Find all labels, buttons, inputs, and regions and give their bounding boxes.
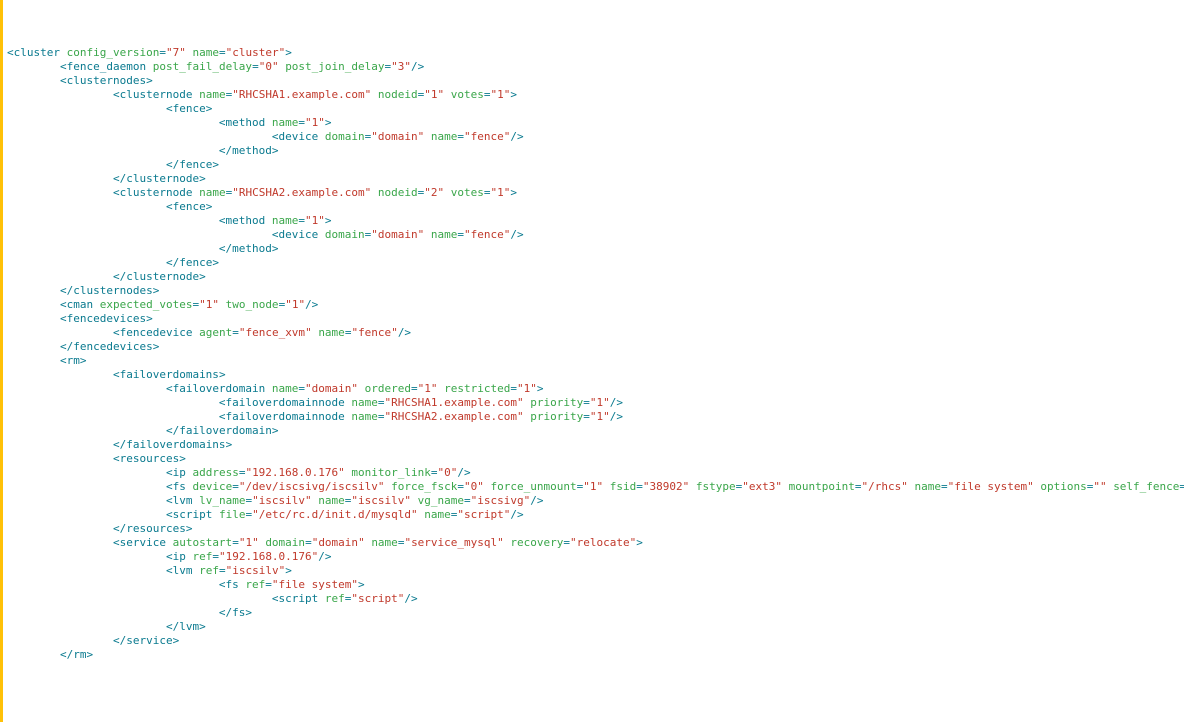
attr-value: /rhcs xyxy=(868,480,901,493)
attr-value: fence xyxy=(471,130,504,143)
attr-value: RHCSHA2.example.com xyxy=(239,186,365,199)
attr-value: domain xyxy=(318,536,358,549)
attr-value: fence xyxy=(358,326,391,339)
attr-value: relocate xyxy=(577,536,630,549)
attr-value: service_mysql xyxy=(411,536,497,549)
attr-value: RHCSHA1.example.com xyxy=(239,88,365,101)
attr-value: 7 xyxy=(173,46,180,59)
attr-value: 1 xyxy=(292,298,299,311)
attr-value: 1 xyxy=(206,298,213,311)
attr-value: file system xyxy=(279,578,352,591)
attr-value: iscsilv xyxy=(259,494,305,507)
attr-value: fence xyxy=(471,228,504,241)
attr-value: 1 xyxy=(424,382,431,395)
attr-value: 0 xyxy=(265,60,272,73)
attr-value: 192.168.0.176 xyxy=(226,550,312,563)
attr-value: 0 xyxy=(471,480,478,493)
attr-value: 1 xyxy=(596,410,603,423)
attr-value: 0 xyxy=(444,466,451,479)
attr-value: iscsilv xyxy=(358,494,404,507)
attr-value: 3 xyxy=(398,60,405,73)
attr-value: domain xyxy=(378,228,418,241)
attr-value: file system xyxy=(954,480,1027,493)
attr-value: RHCSHA1.example.com xyxy=(391,396,517,409)
attr-value: domain xyxy=(378,130,418,143)
attr-value: 1 xyxy=(312,214,319,227)
attr-value: 1 xyxy=(431,88,438,101)
attr-value: /etc/rc.d/init.d/mysqld xyxy=(259,508,411,521)
attr-value: /dev/iscsivg/iscsilv xyxy=(245,480,377,493)
attr-value: iscsilv xyxy=(232,564,278,577)
attr-value: 2 xyxy=(431,186,438,199)
attr-value: ext3 xyxy=(749,480,776,493)
attr-value: fence_xvm xyxy=(245,326,305,339)
attr-value: 1 xyxy=(590,480,597,493)
attr-value: domain xyxy=(312,382,352,395)
attr-value: 1 xyxy=(245,536,252,549)
attr-value: 192.168.0.176 xyxy=(252,466,338,479)
attr-value: 1 xyxy=(596,396,603,409)
attr-value: script xyxy=(358,592,398,605)
attr-value: 1 xyxy=(497,88,504,101)
attr-value: 38902 xyxy=(649,480,682,493)
attr-value: 1 xyxy=(497,186,504,199)
xml-code-block: <cluster config_version="7" name="cluste… xyxy=(3,46,1184,662)
attr-value: cluster xyxy=(232,46,278,59)
attr-value: script xyxy=(464,508,504,521)
attr-value: 1 xyxy=(312,116,319,129)
attr-value: iscsivg xyxy=(477,494,523,507)
attr-value: 1 xyxy=(524,382,531,395)
attr-value: RHCSHA2.example.com xyxy=(391,410,517,423)
